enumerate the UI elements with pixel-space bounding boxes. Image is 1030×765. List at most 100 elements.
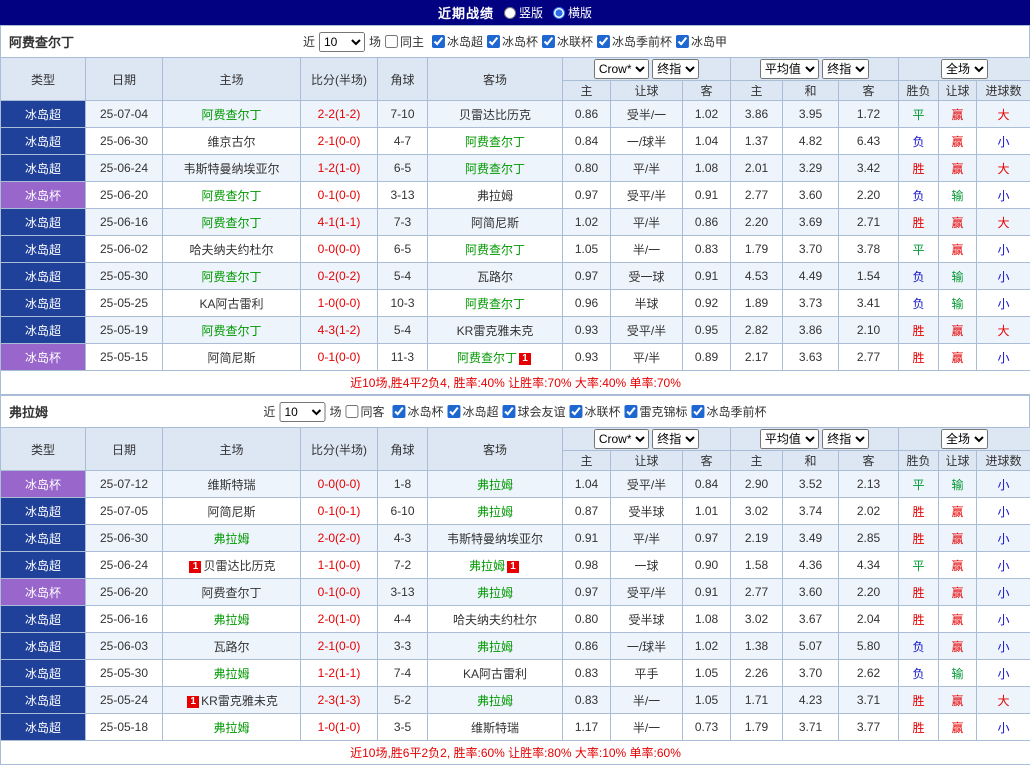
league-filter[interactable]: 冰联杯: [542, 33, 593, 50]
avg-select[interactable]: 平均值: [760, 429, 819, 449]
away-team-cell[interactable]: 阿费查尔丁: [428, 155, 563, 182]
league-filter[interactable]: 冰岛季前杯: [597, 33, 672, 50]
home-team-name: 阿费查尔丁: [201, 586, 261, 600]
league-checkbox[interactable]: [487, 35, 500, 48]
league-checkbox[interactable]: [503, 405, 516, 418]
scope-select[interactable]: 全场: [941, 59, 988, 79]
league-checkbox[interactable]: [597, 35, 610, 48]
home-team-cell[interactable]: 瓦路尔: [163, 633, 301, 660]
league-checkbox[interactable]: [676, 35, 689, 48]
score-cell: 2-0(1-0): [301, 606, 378, 633]
home-team-cell[interactable]: 阿费查尔丁: [163, 579, 301, 606]
away-team-cell[interactable]: 弗拉姆: [428, 182, 563, 209]
away-team-cell[interactable]: 哈夫纳夫约杜尔: [428, 606, 563, 633]
same-venue-checkbox[interactable]: [345, 405, 358, 418]
league-filter[interactable]: 冰岛杯: [392, 403, 443, 420]
league-checkbox[interactable]: [392, 405, 405, 418]
league-badge: 冰岛超: [1, 660, 86, 687]
away-team-cell[interactable]: 韦斯特曼纳埃亚尔: [428, 525, 563, 552]
away-team-cell[interactable]: KA阿古雷利: [428, 660, 563, 687]
odds-company-select[interactable]: Crow*: [594, 429, 649, 449]
away-team-cell[interactable]: 阿费查尔丁: [428, 128, 563, 155]
score-cell: 2-3(1-3): [301, 687, 378, 714]
league-filter[interactable]: 球会友谊: [503, 403, 566, 420]
league-filter[interactable]: 雷克锦标: [625, 403, 688, 420]
away-odds-cell: 0.91: [683, 579, 731, 606]
home-team-cell[interactable]: 弗拉姆: [163, 714, 301, 741]
league-checkbox[interactable]: [692, 405, 705, 418]
match-count-select[interactable]: 10: [319, 32, 365, 52]
odds-mode-select[interactable]: 终指: [652, 429, 699, 449]
avg-select-cell: 平均值 终指: [731, 58, 899, 81]
layout-horizontal-option[interactable]: 横版: [553, 4, 592, 21]
home-team-cell[interactable]: 维斯特瑞: [163, 471, 301, 498]
home-team-cell[interactable]: 弗拉姆: [163, 525, 301, 552]
avg-draw-cell: 3.73: [783, 290, 839, 317]
col-odds-away: 客: [683, 451, 731, 471]
away-team-cell[interactable]: 阿费查尔丁: [428, 290, 563, 317]
league-checkbox[interactable]: [447, 405, 460, 418]
league-filter[interactable]: 冰岛超: [447, 403, 498, 420]
home-team-cell[interactable]: 弗拉姆: [163, 606, 301, 633]
league-badge: 冰岛超: [1, 290, 86, 317]
avg-mode-select[interactable]: 终指: [822, 429, 869, 449]
same-venue-checkbox[interactable]: [385, 35, 398, 48]
result-goals-cell: 大: [977, 317, 1030, 344]
home-team-cell[interactable]: 阿费查尔丁: [163, 182, 301, 209]
away-odds-cell: 1.04: [683, 128, 731, 155]
away-team-cell[interactable]: 弗拉姆: [428, 633, 563, 660]
away-team-name: 弗拉姆: [477, 478, 513, 492]
league-filter[interactable]: 冰联杯: [570, 403, 621, 420]
col-away: 客场: [428, 58, 563, 101]
odds-company-select[interactable]: Crow*: [594, 59, 649, 79]
avg-select[interactable]: 平均值: [760, 59, 819, 79]
match-count-select[interactable]: 10: [279, 402, 325, 422]
league-filter[interactable]: 冰岛杯: [487, 33, 538, 50]
league-checkbox[interactable]: [570, 405, 583, 418]
league-filter[interactable]: 冰岛超: [432, 33, 483, 50]
league-filter[interactable]: 冰岛季前杯: [692, 403, 767, 420]
league-checkbox[interactable]: [625, 405, 638, 418]
home-team-cell[interactable]: 阿简尼斯: [163, 344, 301, 371]
horizontal-radio[interactable]: [553, 7, 565, 19]
home-team-cell[interactable]: 韦斯特曼纳埃亚尔: [163, 155, 301, 182]
home-team-cell[interactable]: 阿简尼斯: [163, 498, 301, 525]
league-filter[interactable]: 冰岛甲: [676, 33, 727, 50]
vertical-radio[interactable]: [504, 7, 516, 19]
away-team-cell[interactable]: 贝雷达比历克: [428, 101, 563, 128]
away-team-cell[interactable]: 弗拉姆: [428, 687, 563, 714]
home-team-cell[interactable]: 1贝雷达比历克: [163, 552, 301, 579]
same-venue-filter[interactable]: 同主: [385, 33, 424, 50]
away-team-cell[interactable]: 弗拉姆1: [428, 552, 563, 579]
home-team-cell[interactable]: 阿费查尔丁: [163, 209, 301, 236]
home-team-cell[interactable]: 阿费查尔丁: [163, 101, 301, 128]
same-venue-filter[interactable]: 同客: [345, 403, 384, 420]
league-checkbox[interactable]: [432, 35, 445, 48]
layout-vertical-option[interactable]: 竖版: [504, 4, 543, 21]
avg-mode-select[interactable]: 终指: [822, 59, 869, 79]
away-team-cell[interactable]: 阿费查尔丁: [428, 236, 563, 263]
corner-cell: 10-3: [378, 290, 428, 317]
handicap-cell: 受半/一: [611, 101, 683, 128]
away-team-cell[interactable]: 维斯特瑞: [428, 714, 563, 741]
home-team-cell[interactable]: 1KR雷克雅未克: [163, 687, 301, 714]
handicap-cell: 一/球半: [611, 128, 683, 155]
home-team-cell[interactable]: 阿费查尔丁: [163, 317, 301, 344]
home-team-cell[interactable]: KA阿古雷利: [163, 290, 301, 317]
scope-select[interactable]: 全场: [941, 429, 988, 449]
away-team-cell[interactable]: 弗拉姆: [428, 498, 563, 525]
home-team-cell[interactable]: 维京古尔: [163, 128, 301, 155]
odds-mode-select[interactable]: 终指: [652, 59, 699, 79]
away-team-name: 韦斯特曼纳埃亚尔: [447, 532, 543, 546]
away-team-cell[interactable]: 阿费查尔丁1: [428, 344, 563, 371]
home-team-cell[interactable]: 阿费查尔丁: [163, 263, 301, 290]
home-team-cell[interactable]: 哈夫纳夫约杜尔: [163, 236, 301, 263]
away-team-cell[interactable]: 瓦路尔: [428, 263, 563, 290]
home-team-name: 维京古尔: [207, 135, 255, 149]
away-team-cell[interactable]: KR雷克雅未克: [428, 317, 563, 344]
league-checkbox[interactable]: [542, 35, 555, 48]
away-team-cell[interactable]: 弗拉姆: [428, 471, 563, 498]
away-team-cell[interactable]: 阿简尼斯: [428, 209, 563, 236]
away-team-cell[interactable]: 弗拉姆: [428, 579, 563, 606]
home-team-cell[interactable]: 弗拉姆: [163, 660, 301, 687]
